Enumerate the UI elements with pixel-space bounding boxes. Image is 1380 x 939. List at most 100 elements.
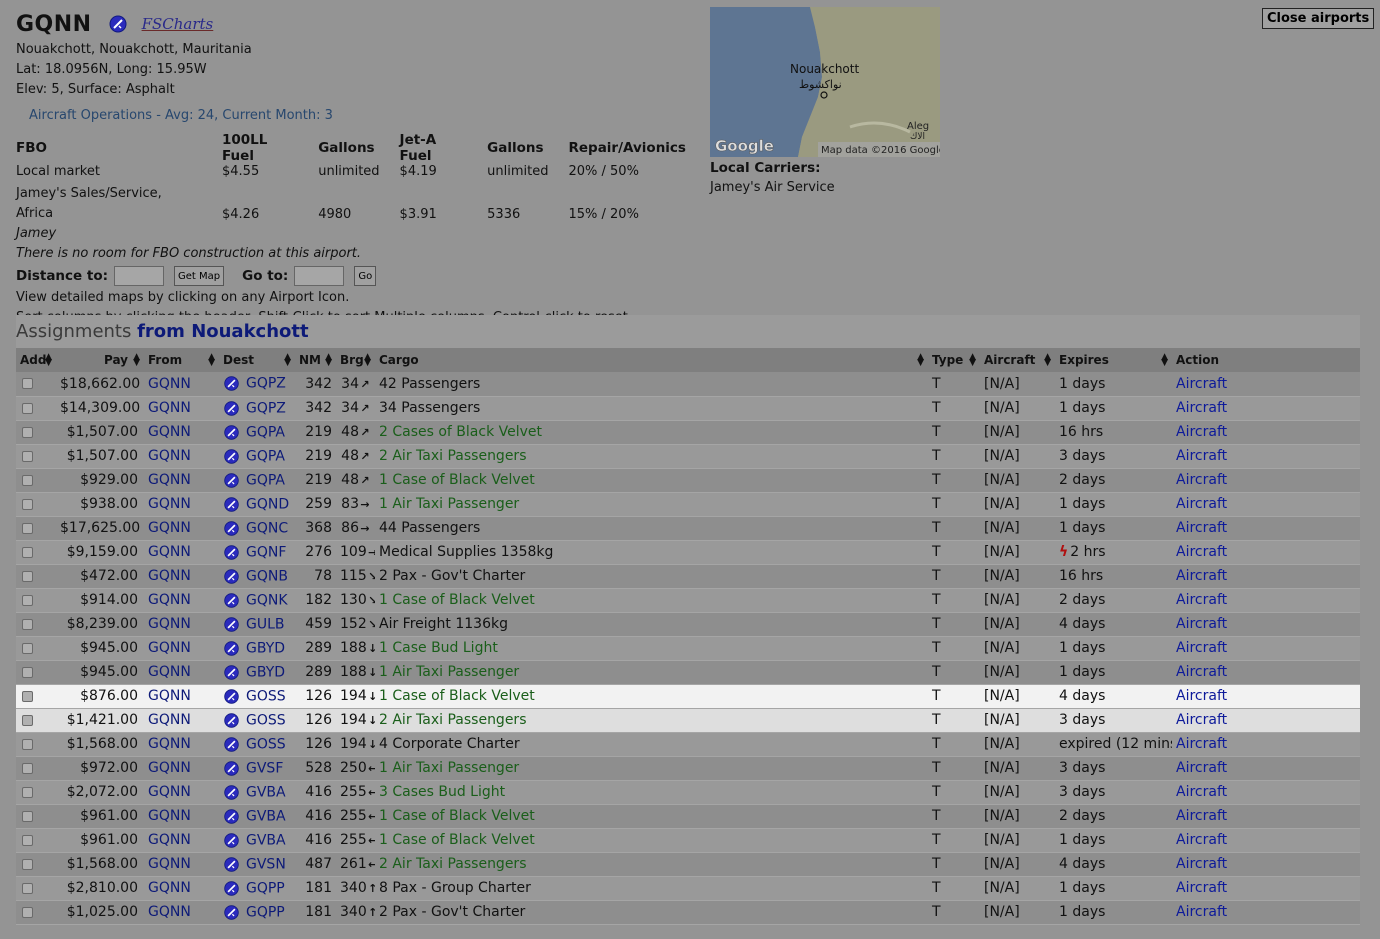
add-checkbox[interactable]	[22, 690, 33, 702]
from-link[interactable]: GQNN	[148, 496, 191, 512]
aircraft-action-link[interactable]: Aircraft	[1176, 592, 1227, 608]
airport-icon[interactable]	[223, 616, 240, 633]
dest-link[interactable]: GBYD	[246, 640, 285, 656]
add-checkbox[interactable]	[22, 882, 33, 894]
dest-link[interactable]: GOSS	[246, 688, 286, 704]
airport-icon[interactable]	[223, 544, 240, 561]
from-link[interactable]: GQNN	[148, 616, 191, 632]
airport-icon[interactable]	[223, 496, 240, 513]
airport-map[interactable]: Nouakchott نواكشوط Aleg الاك Google Map …	[710, 7, 940, 157]
from-link[interactable]: GQNN	[148, 880, 191, 896]
add-checkbox[interactable]	[22, 858, 33, 870]
add-checkbox[interactable]	[22, 594, 33, 606]
dest-link[interactable]: GVBA	[246, 784, 286, 800]
dest-link[interactable]: GBYD	[246, 664, 285, 680]
airport-icon[interactable]	[223, 472, 240, 489]
airport-icon[interactable]	[223, 424, 240, 441]
aircraft-action-link[interactable]: Aircraft	[1176, 496, 1227, 512]
aircraft-action-link[interactable]: Aircraft	[1176, 808, 1227, 824]
add-checkbox[interactable]	[22, 570, 33, 582]
airport-icon[interactable]	[223, 856, 240, 873]
dest-link[interactable]: GVBA	[246, 832, 286, 848]
add-checkbox[interactable]	[22, 738, 33, 750]
aircraft-action-link[interactable]: Aircraft	[1176, 784, 1227, 800]
go-button[interactable]: Go	[354, 266, 377, 286]
dest-link[interactable]: GQNB	[246, 568, 288, 584]
add-checkbox[interactable]	[22, 786, 33, 798]
close-airports-button[interactable]: Close airports	[1262, 8, 1375, 29]
add-checkbox[interactable]	[22, 618, 33, 630]
aircraft-action-link[interactable]: Aircraft	[1176, 376, 1227, 392]
from-link[interactable]: GQNN	[148, 640, 191, 656]
col-add[interactable]: Add ▲ ▼	[16, 348, 56, 372]
distance-input[interactable]	[114, 266, 165, 286]
from-link[interactable]: GQNN	[148, 448, 191, 464]
dest-link[interactable]: GQPA	[246, 424, 285, 440]
add-checkbox[interactable]	[22, 666, 33, 678]
aircraft-operations-link[interactable]: Aircraft Operations - Avg: 24, Current M…	[29, 106, 706, 126]
airport-icon[interactable]	[223, 736, 240, 753]
col-aircraft[interactable]: Aircraft ▲ ▼	[980, 348, 1055, 372]
from-link[interactable]: GQNN	[148, 856, 191, 872]
add-checkbox[interactable]	[22, 498, 33, 510]
dest-link[interactable]: GVSN	[246, 856, 286, 872]
aircraft-action-link[interactable]: Aircraft	[1176, 688, 1227, 704]
from-link[interactable]: GQNN	[148, 520, 191, 536]
fscharts-link[interactable]: FSCharts	[142, 15, 214, 33]
get-map-button[interactable]: Get Map	[174, 266, 225, 286]
add-checkbox[interactable]	[22, 402, 33, 414]
airport-icon[interactable]	[223, 808, 240, 825]
aircraft-action-link[interactable]: Aircraft	[1176, 712, 1227, 728]
aircraft-action-link[interactable]: Aircraft	[1176, 760, 1227, 776]
dest-link[interactable]: GQNC	[246, 520, 288, 536]
from-link[interactable]: GQNN	[148, 784, 191, 800]
col-expires[interactable]: Expires ▲ ▼	[1055, 348, 1172, 372]
airport-icon[interactable]	[223, 664, 240, 681]
aircraft-action-link[interactable]: Aircraft	[1176, 856, 1227, 872]
from-link[interactable]: GQNN	[148, 904, 191, 920]
col-type[interactable]: Type ▲ ▼	[928, 348, 980, 372]
aircraft-action-link[interactable]: Aircraft	[1176, 568, 1227, 584]
airport-icon[interactable]	[223, 400, 240, 417]
airport-icon[interactable]	[223, 760, 240, 777]
goto-input[interactable]	[294, 266, 345, 286]
airport-icon[interactable]	[223, 592, 240, 609]
add-checkbox[interactable]	[22, 474, 33, 486]
airport-icon[interactable]	[223, 375, 240, 392]
from-link[interactable]: GQNN	[148, 664, 191, 680]
add-checkbox[interactable]	[22, 714, 33, 726]
from-link[interactable]: GQNN	[148, 424, 191, 440]
add-checkbox[interactable]	[22, 450, 33, 462]
col-brg[interactable]: Brg ▲ ▼	[336, 348, 375, 372]
aircraft-action-link[interactable]: Aircraft	[1176, 640, 1227, 656]
add-checkbox[interactable]	[22, 762, 33, 774]
from-link[interactable]: GQNN	[148, 760, 191, 776]
from-link[interactable]: GQNN	[148, 472, 191, 488]
aircraft-action-link[interactable]: Aircraft	[1176, 400, 1227, 416]
aircraft-action-link[interactable]: Aircraft	[1176, 544, 1227, 560]
col-dest[interactable]: Dest ▲ ▼	[219, 348, 295, 372]
add-checkbox[interactable]	[22, 426, 33, 438]
dest-link[interactable]: GQPP	[246, 904, 285, 920]
col-nm[interactable]: NM ▲ ▼	[295, 348, 336, 372]
airport-icon[interactable]	[223, 904, 240, 921]
airport-icon[interactable]	[223, 832, 240, 849]
aircraft-action-link[interactable]: Aircraft	[1176, 904, 1227, 920]
from-link[interactable]: GQNN	[148, 400, 191, 416]
col-pay[interactable]: Pay ▲ ▼	[56, 348, 144, 372]
dest-link[interactable]: GQNK	[246, 592, 288, 608]
from-link[interactable]: GQNN	[148, 736, 191, 752]
airport-icon[interactable]	[223, 448, 240, 465]
aircraft-action-link[interactable]: Aircraft	[1176, 664, 1227, 680]
from-link[interactable]: GQNN	[148, 376, 191, 392]
aircraft-action-link[interactable]: Aircraft	[1176, 424, 1227, 440]
col-cargo[interactable]: Cargo ▲ ▼	[375, 348, 928, 372]
dest-link[interactable]: GULB	[246, 616, 285, 632]
add-checkbox[interactable]	[22, 546, 33, 558]
from-link[interactable]: GQNN	[148, 712, 191, 728]
airport-icon[interactable]	[223, 688, 240, 705]
from-link[interactable]: GQNN	[148, 592, 191, 608]
dest-link[interactable]: GVSF	[246, 760, 283, 776]
from-link[interactable]: GQNN	[148, 544, 191, 560]
col-from[interactable]: From ▲ ▼	[144, 348, 219, 372]
